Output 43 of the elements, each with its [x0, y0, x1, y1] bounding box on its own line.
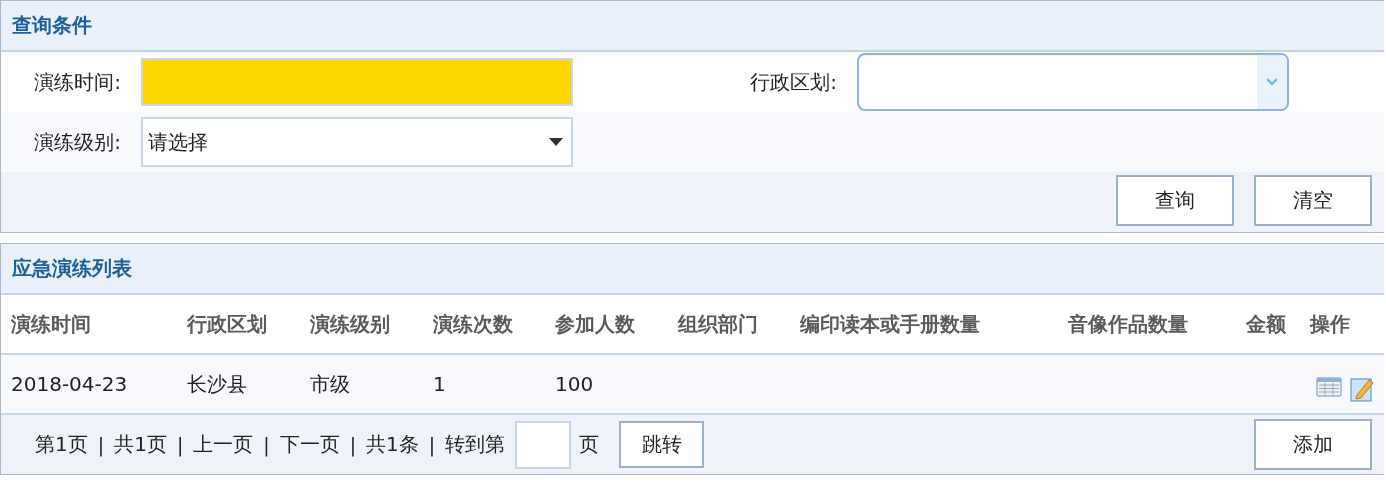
column-header: 操作 — [1310, 311, 1351, 337]
pager-separator: | — [428, 433, 436, 456]
pager-separator: | — [263, 433, 270, 456]
table-cell-text: 长沙县 — [187, 370, 248, 398]
pager-text: 共1条 — [366, 431, 419, 458]
column-header: 参加人数 — [555, 311, 636, 337]
action-button[interactable]: 清空 — [1254, 175, 1372, 226]
action-button[interactable]: 查询 — [1116, 175, 1234, 226]
pager-separator: | — [176, 433, 184, 456]
add-button[interactable]: 添加 — [1254, 419, 1372, 470]
field-label: 行政区划: — [749, 68, 838, 96]
page-number-field[interactable] — [515, 420, 572, 469]
column-header: 演练时间 — [11, 311, 92, 337]
field-label: 演练级别: — [33, 128, 122, 156]
edit-icon[interactable] — [1350, 376, 1374, 402]
table-cell-text: 市级 — [310, 370, 351, 398]
pager-text: 上一页 — [193, 431, 254, 458]
region-combo[interactable] — [857, 53, 1289, 111]
column-header: 金额 — [1246, 311, 1287, 337]
column-header: 编印读本或手册数量 — [800, 311, 981, 337]
table-cell-text: 100 — [555, 372, 595, 396]
caret-icon — [549, 138, 563, 146]
pager-text: 转到第 — [445, 431, 506, 458]
pager-separator: | — [97, 433, 105, 456]
jump-button[interactable]: 跳转 — [619, 421, 705, 468]
field-label: 演练时间: — [33, 68, 122, 96]
table-cell-text: 2018-04-23 — [11, 372, 129, 396]
chevron-icon[interactable] — [1257, 55, 1287, 109]
column-header: 音像作品数量 — [1068, 311, 1189, 337]
panel-title: 查询条件 — [12, 12, 92, 39]
pager-text: 页 — [579, 431, 600, 458]
pager-text: 共1页 — [114, 431, 167, 458]
column-header: 演练次数 — [433, 311, 514, 337]
date-field[interactable] — [141, 58, 573, 106]
pager-text: 下一页 — [279, 431, 340, 458]
pager-separator: | — [349, 433, 357, 456]
pager-text: 第1页 — [35, 431, 88, 458]
column-header: 组织部门 — [678, 311, 759, 337]
panel-title: 应急演练列表 — [12, 255, 132, 282]
column-header: 演练级别 — [310, 311, 391, 337]
table-cell-text: 1 — [433, 372, 447, 396]
level-select[interactable]: 请选择 — [141, 117, 573, 167]
column-header: 行政区划 — [187, 311, 268, 337]
